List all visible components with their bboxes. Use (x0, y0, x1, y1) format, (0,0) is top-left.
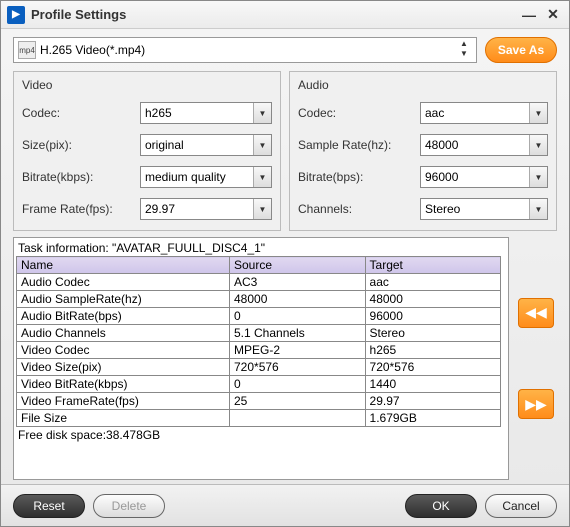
footer: Reset Delete OK Cancel (1, 484, 569, 526)
audio-samplerate-label: Sample Rate(hz): (298, 138, 420, 152)
video-size-label: Size(pix): (22, 138, 140, 152)
video-heading: Video (22, 78, 272, 92)
profile-settings-window: ▶ Profile Settings ― ✕ mp4 H.265 Video(*… (0, 0, 570, 527)
profile-text: H.265 Video(*.mp4) (40, 43, 456, 57)
chevron-down-icon: ▼ (253, 135, 271, 155)
profile-row: mp4 H.265 Video(*.mp4) ▲▼ Save As (13, 37, 557, 63)
chevron-down-icon: ▼ (529, 135, 547, 155)
audio-channels-label: Channels: (298, 202, 420, 216)
audio-codec-select[interactable]: aac▼ (420, 102, 548, 124)
audio-bitrate-select[interactable]: 96000▼ (420, 166, 548, 188)
table-row: Video CodecMPEG-2h265 (17, 342, 501, 359)
save-as-button[interactable]: Save As (485, 37, 557, 63)
chevron-down-icon: ▼ (529, 199, 547, 219)
prev-button[interactable]: ◀◀ (518, 298, 554, 328)
task-area: Task information: "AVATAR_FUULL_DISC4_1"… (13, 237, 557, 480)
audio-channels-select[interactable]: Stereo▼ (420, 198, 548, 220)
video-bitrate-select[interactable]: medium quality▼ (140, 166, 272, 188)
titlebar: ▶ Profile Settings ― ✕ (1, 1, 569, 29)
free-disk-label: Free disk space:38.478GB (16, 427, 506, 443)
table-row: Audio Channels5.1 ChannelsStereo (17, 325, 501, 342)
content-area: mp4 H.265 Video(*.mp4) ▲▼ Save As Video … (1, 29, 569, 484)
app-logo-icon: ▶ (7, 6, 25, 24)
video-size-select[interactable]: original▼ (140, 134, 272, 156)
col-name: Name (17, 257, 230, 274)
nav-column: ◀◀ ▶▶ (515, 237, 557, 480)
audio-bitrate-label: Bitrate(bps): (298, 170, 420, 184)
window-title: Profile Settings (31, 7, 515, 22)
video-codec-select[interactable]: h265▼ (140, 102, 272, 124)
table-row: Audio CodecAC3aac (17, 274, 501, 291)
task-info-box: Task information: "AVATAR_FUULL_DISC4_1"… (13, 237, 509, 480)
settings-panels: Video Codec: h265▼ Size(pix): original▼ … (13, 71, 557, 231)
table-row: Video BitRate(kbps)01440 (17, 376, 501, 393)
minimize-button[interactable]: ― (519, 5, 539, 25)
video-codec-label: Codec: (22, 106, 140, 120)
reset-button[interactable]: Reset (13, 494, 85, 518)
chevron-down-icon: ▼ (253, 167, 271, 187)
chevron-down-icon: ▼ (253, 199, 271, 219)
table-row: Video Size(pix)720*576720*576 (17, 359, 501, 376)
table-row: Video FrameRate(fps)2529.97 (17, 393, 501, 410)
video-framerate-select[interactable]: 29.97▼ (140, 198, 272, 220)
task-table: Name Source Target Audio CodecAC3aacAudi… (16, 256, 501, 427)
audio-panel: Audio Codec: aac▼ Sample Rate(hz): 48000… (289, 71, 557, 231)
task-title: Task information: "AVATAR_FUULL_DISC4_1" (16, 240, 506, 256)
col-source: Source (230, 257, 366, 274)
profile-spinner[interactable]: ▲▼ (456, 40, 472, 60)
next-button[interactable]: ▶▶ (518, 389, 554, 419)
ok-button[interactable]: OK (405, 494, 477, 518)
video-bitrate-label: Bitrate(kbps): (22, 170, 140, 184)
chevron-down-icon: ▼ (529, 103, 547, 123)
cancel-button[interactable]: Cancel (485, 494, 557, 518)
audio-samplerate-select[interactable]: 48000▼ (420, 134, 548, 156)
close-button[interactable]: ✕ (543, 5, 563, 25)
chevron-down-icon: ▼ (253, 103, 271, 123)
audio-heading: Audio (298, 78, 548, 92)
video-panel: Video Codec: h265▼ Size(pix): original▼ … (13, 71, 281, 231)
table-row: Audio SampleRate(hz)4800048000 (17, 291, 501, 308)
audio-codec-label: Codec: (298, 106, 420, 120)
table-row: File Size1.679GB (17, 410, 501, 427)
chevron-down-icon: ▼ (529, 167, 547, 187)
delete-button[interactable]: Delete (93, 494, 165, 518)
table-row: Audio BitRate(bps)096000 (17, 308, 501, 325)
profile-select[interactable]: mp4 H.265 Video(*.mp4) ▲▼ (13, 37, 477, 63)
video-framerate-label: Frame Rate(fps): (22, 202, 140, 216)
profile-format-icon: mp4 (18, 41, 36, 59)
col-target: Target (365, 257, 501, 274)
